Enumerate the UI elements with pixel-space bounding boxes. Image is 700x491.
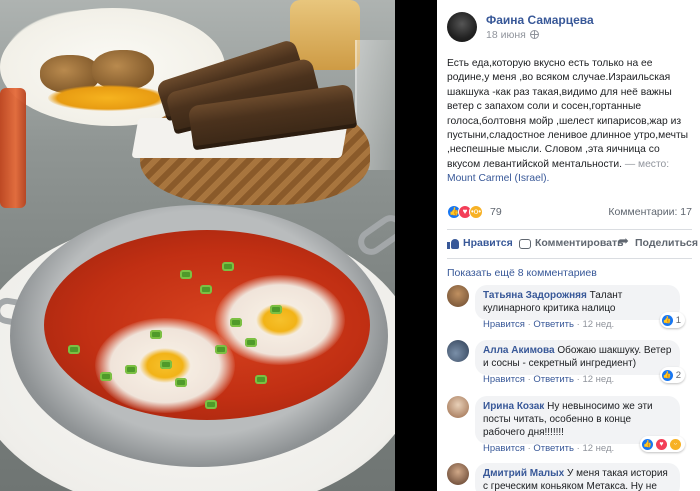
comment-reaction-count: 1 xyxy=(675,315,681,326)
chive xyxy=(245,338,257,347)
commenter-avatar[interactable] xyxy=(447,285,469,307)
comment-bubble: Татьяна Задорожняя Талант кулинарного кр… xyxy=(475,285,680,320)
post-side-panel: Фаина Самарцева 18 июня Есть еда,которую… xyxy=(437,0,700,491)
commenter-name[interactable]: Дмитрий Малых xyxy=(483,468,564,479)
sauce xyxy=(48,85,168,111)
share-button[interactable]: Поделиться xyxy=(618,234,699,251)
comment-reactions[interactable]: 👍 1 xyxy=(659,312,685,328)
commenter-avatar[interactable] xyxy=(447,396,469,418)
post-text: Есть еда,которую вкусно есть только на е… xyxy=(447,58,689,170)
chive xyxy=(270,305,282,314)
chive xyxy=(230,318,242,327)
chive xyxy=(175,378,187,387)
comment-reactions[interactable]: 👍 2 xyxy=(659,367,685,383)
like-button[interactable]: Нравится xyxy=(447,235,513,251)
comment-icon xyxy=(519,238,531,249)
comment-like-link[interactable]: Нравится xyxy=(483,443,525,454)
post-body: Есть еда,которую вкусно есть только на е… xyxy=(447,57,695,187)
comment-like-link[interactable]: Нравится xyxy=(483,374,525,385)
comment-bubble: Алла Акимова Обожаю шакшуку. Ветер и сос… xyxy=(475,340,680,375)
comment-button-label: Комментировать xyxy=(535,237,624,249)
comment-reply-link[interactable]: Ответить xyxy=(533,443,574,454)
commenter-avatar[interactable] xyxy=(447,463,469,485)
chive xyxy=(100,372,112,381)
heart-reaction-icon: ♥ xyxy=(656,439,667,450)
chive xyxy=(160,360,172,369)
post-date-text: 18 июня xyxy=(486,29,526,41)
share-button-label: Поделиться xyxy=(635,237,699,249)
comment-meta: Нравится · Ответить · 12 нед. xyxy=(483,374,615,385)
comment-time[interactable]: 12 нед. xyxy=(582,374,614,385)
thumbs-up-icon xyxy=(447,237,459,249)
juice-glass xyxy=(0,88,26,208)
place-prefix: — место: xyxy=(624,158,670,170)
comment-meta: Нравится · Ответить · 12 нед. xyxy=(483,443,615,454)
chive xyxy=(125,365,137,374)
chive xyxy=(68,345,80,354)
globe-icon xyxy=(529,30,539,39)
like-button-label: Нравится xyxy=(463,237,513,249)
like-reaction-icon: 👍 xyxy=(661,315,673,326)
comment-like-link[interactable]: Нравится xyxy=(483,319,525,330)
chive xyxy=(222,262,234,271)
author-avatar[interactable] xyxy=(447,12,477,42)
comment-reply-link[interactable]: Ответить xyxy=(533,374,574,385)
post-header: Фаина Самарцева 18 июня xyxy=(447,8,692,48)
like-reaction-icon: 👍 xyxy=(661,370,673,381)
comment-bubble: Дмитрий Малых У меня такая история с гре… xyxy=(475,463,680,491)
comments-count[interactable]: Комментарии: 17 xyxy=(608,206,692,218)
commenter-name[interactable]: Алла Акимова xyxy=(483,345,555,356)
divider xyxy=(447,229,692,230)
comment-time[interactable]: 12 нед. xyxy=(582,443,614,454)
viewer-gap xyxy=(395,0,437,491)
like-reaction-icon: 👍 xyxy=(642,439,653,450)
share-icon xyxy=(618,234,631,249)
place-link[interactable]: Mount Carmel (Israel). xyxy=(447,173,549,184)
chive xyxy=(205,400,217,409)
post-actions: Нравится Комментировать Поделиться xyxy=(447,233,699,253)
chive xyxy=(215,345,227,354)
cutlet xyxy=(92,50,154,90)
chive xyxy=(255,375,267,384)
commenter-name[interactable]: Ирина Козак xyxy=(483,401,544,412)
comment-reactions[interactable]: 👍 ♥ ᵕ xyxy=(640,436,685,452)
reactions-bar[interactable]: 👍 ♥ •o• 79 Комментарии: 17 xyxy=(447,205,692,223)
wow-reaction-icon: •o• xyxy=(469,205,483,219)
reaction-count: 79 xyxy=(490,206,502,218)
show-more-comments-link[interactable]: Показать ещё 8 комментариев xyxy=(447,267,597,279)
haha-reaction-icon: ᵕ xyxy=(670,439,681,450)
commenter-name[interactable]: Татьяна Задорожняя xyxy=(483,290,587,301)
photo-viewer: Фаина Самарцева 18 июня Есть еда,которую… xyxy=(0,0,700,491)
chive xyxy=(150,330,162,339)
comment-reply-link[interactable]: Ответить xyxy=(533,319,574,330)
comment-meta: Нравится · Ответить · 12 нед. xyxy=(483,319,615,330)
post-photo[interactable] xyxy=(0,0,395,491)
post-date[interactable]: 18 июня xyxy=(486,29,539,41)
comment-time[interactable]: 12 нед. xyxy=(582,319,614,330)
author-name[interactable]: Фаина Самарцева xyxy=(486,13,594,27)
comment-reaction-count: 2 xyxy=(675,370,681,381)
chive xyxy=(180,270,192,279)
divider xyxy=(447,258,692,259)
commenter-avatar[interactable] xyxy=(447,340,469,362)
chive xyxy=(200,285,212,294)
